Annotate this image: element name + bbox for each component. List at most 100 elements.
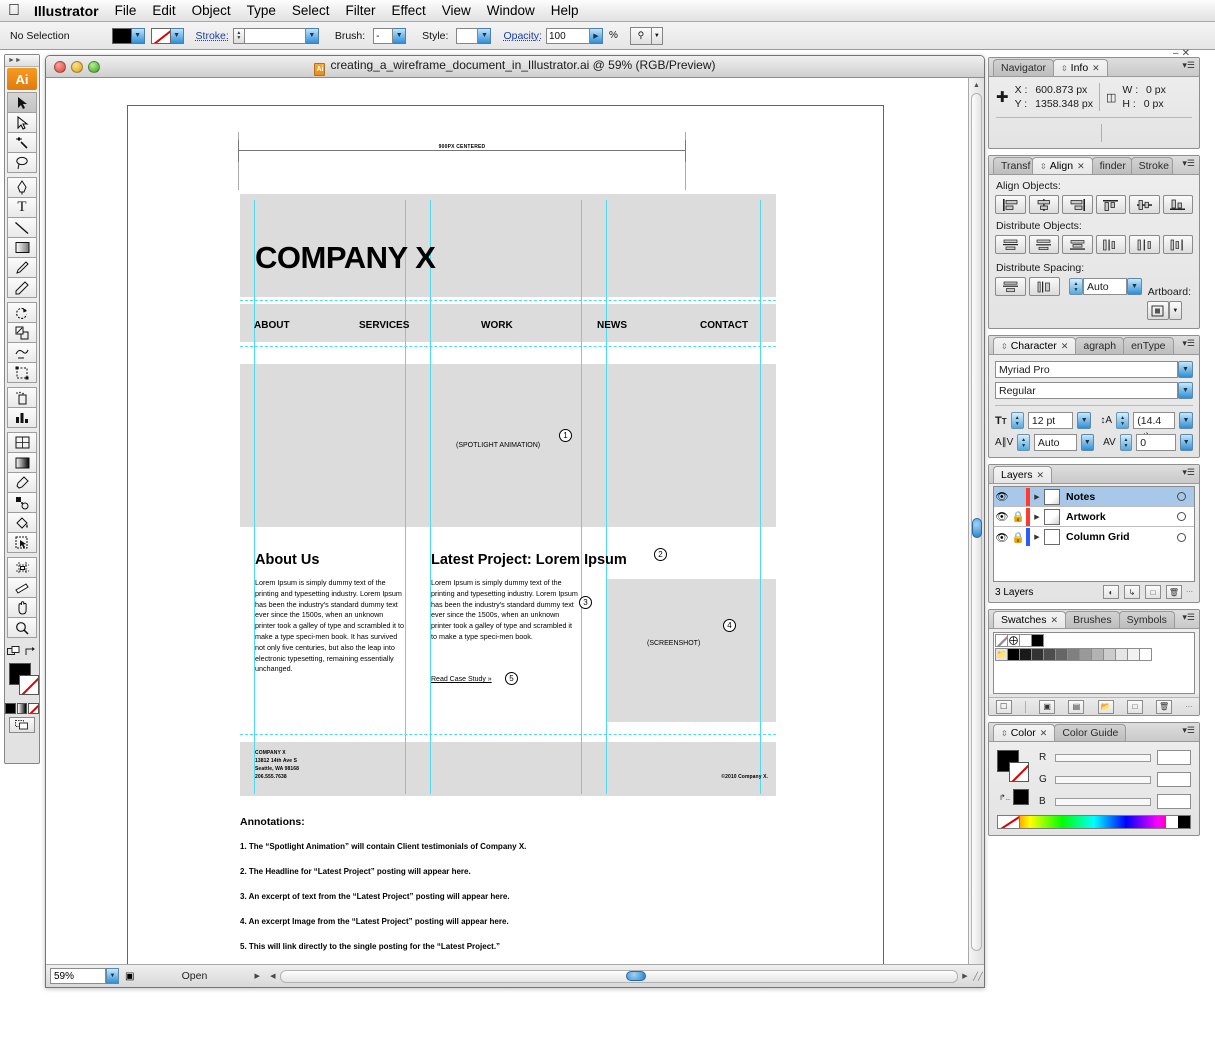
create-new-layer-icon[interactable]: □ bbox=[1145, 585, 1161, 599]
tracking-dropdown-arrow[interactable]: ▼ bbox=[1179, 434, 1193, 451]
tab-symbols[interactable]: Symbols bbox=[1118, 611, 1175, 628]
direct-selection-tool[interactable] bbox=[7, 112, 37, 133]
live-paint-selection-tool[interactable] bbox=[7, 532, 37, 553]
character-panel-menu-icon[interactable]: ▾☰ bbox=[1182, 339, 1195, 348]
zoom-level-input[interactable]: 59% bbox=[50, 968, 106, 984]
gradient-mode-icon[interactable] bbox=[16, 703, 28, 714]
menu-item-effect[interactable]: Effect bbox=[391, 3, 425, 18]
rotate-tool[interactable] bbox=[7, 302, 37, 323]
scale-tool[interactable] bbox=[7, 322, 37, 343]
menu-item-window[interactable]: Window bbox=[487, 3, 535, 18]
distribute-right-icon[interactable] bbox=[1162, 235, 1193, 254]
tab-color-guide[interactable]: Color Guide bbox=[1054, 724, 1127, 741]
distribute-horizontal-center-icon[interactable] bbox=[1129, 235, 1160, 254]
layers-panel-menu-icon[interactable]: ▾☰ bbox=[1182, 468, 1195, 477]
scroll-up-arrow[interactable]: ▲ bbox=[969, 78, 984, 93]
menu-item-help[interactable]: Help bbox=[551, 3, 579, 18]
tab-color[interactable]: ⇳ Color ✕ bbox=[993, 724, 1056, 741]
symbol-sprayer-tool[interactable] bbox=[7, 387, 37, 408]
change-screen-mode-icon[interactable] bbox=[7, 645, 20, 657]
live-paint-bucket-tool[interactable] bbox=[7, 512, 37, 533]
font-family-input[interactable]: Myriad Pro bbox=[995, 361, 1178, 378]
new-swatch-icon[interactable]: □ bbox=[1126, 699, 1143, 714]
font-style-dropdown-arrow[interactable]: ▼ bbox=[1178, 382, 1193, 399]
wireframe-nav-news[interactable]: NEWS bbox=[597, 320, 627, 331]
distribute-left-icon[interactable] bbox=[1095, 235, 1126, 254]
align-to-artboard-icon[interactable] bbox=[1146, 301, 1169, 320]
fill-swatch[interactable] bbox=[111, 27, 132, 44]
align-vertical-center-icon[interactable] bbox=[1129, 195, 1160, 214]
opacity-label[interactable]: Opacity: bbox=[503, 30, 542, 42]
tab-info-close-icon[interactable]: ✕ bbox=[1092, 63, 1100, 73]
layer-expand-arrow[interactable]: ▶ bbox=[1030, 493, 1044, 501]
layer-target-icon[interactable] bbox=[1177, 532, 1186, 542]
show-swatch-kinds-icon[interactable]: ▣ bbox=[1039, 699, 1056, 714]
spacing-value-input[interactable]: Auto bbox=[1083, 278, 1127, 295]
color-mode-icon[interactable] bbox=[5, 703, 16, 714]
info-panel-menu-icon[interactable]: ▾☰ bbox=[1182, 61, 1195, 70]
align-left-icon[interactable] bbox=[995, 195, 1026, 214]
color-value-b[interactable] bbox=[1157, 794, 1191, 809]
brush-dropdown-arrow[interactable]: ▼ bbox=[393, 27, 407, 44]
artboard-tool[interactable] bbox=[7, 557, 37, 578]
new-color-group-icon[interactable]: 📂 bbox=[1097, 699, 1114, 714]
distribute-vertical-center-icon[interactable] bbox=[1028, 235, 1059, 254]
font-size-stepper[interactable]: ▲ ▼ bbox=[1010, 412, 1024, 429]
paintbrush-tool[interactable] bbox=[7, 257, 37, 278]
distribute-vertical-space-icon[interactable] bbox=[995, 277, 1026, 296]
brush-input[interactable]: - bbox=[373, 27, 394, 44]
stroke-weight-dropdown-arrow[interactable]: ▼ bbox=[305, 27, 319, 44]
menu-app-name[interactable]: Illustrator bbox=[34, 3, 99, 19]
tab-swatches-close-icon[interactable]: ✕ bbox=[1051, 615, 1059, 625]
opacity-dropdown-arrow[interactable]: ▶ bbox=[589, 27, 603, 44]
layer-row-notes[interactable]: 👁 ▶ Notes bbox=[994, 487, 1194, 507]
color-slider-r[interactable] bbox=[1055, 753, 1151, 762]
magic-wand-tool[interactable] bbox=[7, 132, 37, 153]
align-bottom-icon[interactable] bbox=[1162, 195, 1193, 214]
color-value-r[interactable] bbox=[1157, 750, 1191, 765]
layer-row-artwork[interactable]: 👁 🔒 ▶ Artwork bbox=[994, 507, 1194, 527]
toolbox-stroke-swatch[interactable] bbox=[19, 675, 39, 695]
tab-info[interactable]: ⇳ Info ✕ bbox=[1052, 59, 1108, 76]
tab-transform[interactable]: Transf bbox=[993, 157, 1033, 174]
drawing-mode-icon[interactable] bbox=[9, 717, 35, 733]
wireframe-nav-contact[interactable]: CONTACT bbox=[700, 320, 748, 331]
layer-visibility-icon[interactable]: 👁 bbox=[994, 510, 1010, 523]
wireframe-nav-work[interactable]: WORK bbox=[481, 320, 513, 331]
tracking-stepper[interactable]: ▲ ▼ bbox=[1119, 434, 1133, 451]
align-horizontal-center-icon[interactable] bbox=[1028, 195, 1059, 214]
lasso-tool[interactable] bbox=[7, 152, 37, 173]
wireframe-nav-services[interactable]: SERVICES bbox=[359, 320, 409, 331]
distribute-top-icon[interactable] bbox=[995, 235, 1026, 254]
warp-tool[interactable] bbox=[7, 342, 37, 363]
vertical-scroll-thumb[interactable] bbox=[971, 518, 982, 538]
document-title-bar[interactable]: Ai creating_a_wireframe_document_in_Illus… bbox=[46, 56, 984, 78]
menu-item-object[interactable]: Object bbox=[192, 3, 231, 18]
color-slider-b[interactable] bbox=[1055, 797, 1151, 806]
leading-dropdown-arrow[interactable]: ▼ bbox=[1178, 412, 1194, 429]
toolbox-collapse-handle[interactable]: ►► bbox=[5, 55, 39, 67]
stroke-label[interactable]: Stroke: bbox=[196, 30, 229, 42]
color-slider-g[interactable] bbox=[1055, 775, 1151, 784]
layer-row-column-grid[interactable]: 👁 🔒 ▶ Column Grid bbox=[994, 527, 1194, 547]
tab-align[interactable]: ⇳ Align ✕ bbox=[1032, 157, 1093, 174]
stroke-weight-input[interactable] bbox=[243, 27, 306, 44]
color-value-g[interactable] bbox=[1157, 772, 1191, 787]
hand-tool[interactable] bbox=[7, 597, 37, 618]
stroke-swatch[interactable] bbox=[150, 27, 171, 44]
tab-color-close-icon[interactable]: ✕ bbox=[1040, 728, 1048, 738]
style-dropdown-arrow[interactable]: ▼ bbox=[478, 27, 492, 44]
menu-item-edit[interactable]: Edit bbox=[152, 3, 175, 18]
tab-opentype[interactable]: enType bbox=[1123, 337, 1174, 354]
menu-item-filter[interactable]: Filter bbox=[345, 3, 375, 18]
menu-item-view[interactable]: View bbox=[442, 3, 471, 18]
resize-grip-icon[interactable]: ╱╱ bbox=[972, 972, 984, 981]
swatch-black[interactable] bbox=[1031, 634, 1044, 647]
style-input[interactable] bbox=[456, 27, 479, 44]
kerning-dropdown-arrow[interactable]: ▼ bbox=[1080, 434, 1095, 451]
menu-item-select[interactable]: Select bbox=[292, 3, 330, 18]
canvas-area[interactable]: 900PX CENTERED COMPANY X ABOUT SERVICES … bbox=[46, 78, 984, 966]
kerning-input[interactable]: Auto bbox=[1033, 434, 1077, 451]
type-tool[interactable]: T bbox=[7, 197, 37, 218]
scroll-right-arrow[interactable]: ▶ bbox=[958, 972, 972, 980]
